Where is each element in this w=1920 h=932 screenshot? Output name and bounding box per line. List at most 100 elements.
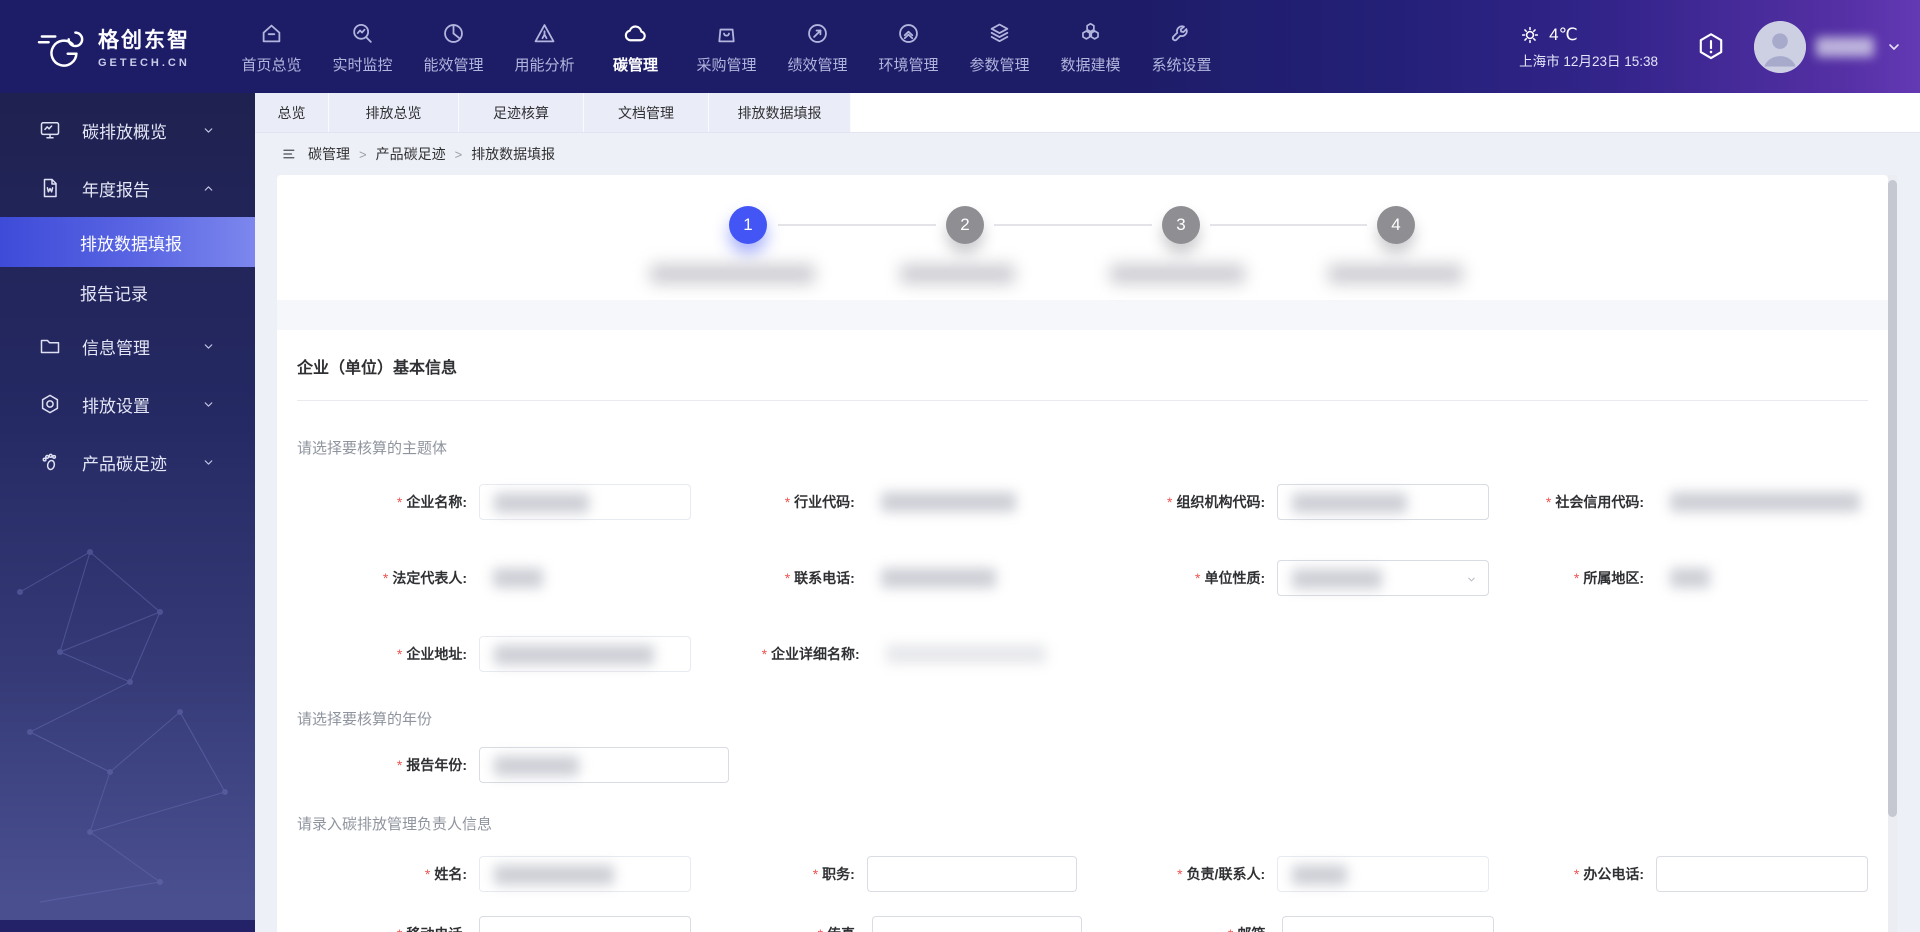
industry-code-input[interactable] [867,484,1077,520]
field-label: 职务: [822,866,855,882]
home-icon [262,24,281,43]
nav-label: 系统设置 [1151,57,1212,74]
chevron-down-icon[interactable] [1886,39,1902,55]
email-input[interactable] [1282,916,1494,932]
sidebar-item-emission-settings[interactable]: 排放设置 [0,375,255,433]
phone-input[interactable] [867,560,1077,596]
app-logo: 格创东智 GETECH.CN [36,24,226,70]
notification-alert-icon[interactable] [1694,30,1728,64]
top-bar: 格创东智 GETECH.CN 首页总览 实时监控 能效管理 用能分析 碳管理 采… [0,0,1920,93]
content-panel: 1 2 3 4 企业（单位）基本信息 请选择要核算的主题体 * 企业名称: * 行业… [277,175,1888,932]
nav-label: 能效管理 [423,57,484,74]
sidebar-item-info-management[interactable]: 信息管理 [0,317,255,375]
data-modeling-icon [1082,22,1099,40]
region-input[interactable] [1656,560,1868,596]
field-label: 社会信用代码: [1555,494,1644,510]
required-asterisk: * [1573,570,1580,586]
sidebar-item-annual-report[interactable]: 年度报告 [0,159,255,217]
name-input[interactable] [479,856,691,892]
section-label-year: 请选择要核算的年份 [297,711,433,728]
avatar[interactable] [1754,20,1806,73]
tab-label: 总览 [277,104,306,121]
tab-footprint-accounting[interactable]: 足迹核算 [459,93,584,132]
field-company-name: * 企业名称: [297,484,692,520]
breadcrumb-item[interactable]: 碳管理 [308,144,350,164]
top-nav: 首页总览 实时监控 能效管理 用能分析 碳管理 采购管理 绩效管理 环境管理 参… [226,18,1227,75]
sidebar-subitem-emission-data-report[interactable]: 排放数据填报 [0,217,255,267]
carbon-cloud-icon [624,25,646,42]
job-title-input[interactable] [866,856,1078,892]
scrollbar-thumb[interactable] [1888,180,1897,817]
blurred-value [1292,865,1348,885]
company-fullname-input[interactable] [872,636,1082,672]
sidebar: 碳排放概览 年度报告 排放数据填报 报告记录 信息管理 排放设置 产品碳足迹 [0,93,255,932]
credit-code-input[interactable] [1656,484,1868,520]
required-asterisk: * [396,757,403,773]
blurred-value [1292,493,1408,513]
required-asterisk: * [1195,570,1201,586]
field-label: 行业代码: [794,494,855,510]
field-name: * 姓名: [297,856,692,892]
step-2[interactable]: 2 [946,206,984,244]
required-asterisk: * [784,570,791,586]
fax-input[interactable] [871,916,1082,932]
field-region: * 所属地区: [1492,560,1868,596]
step-3[interactable]: 3 [1162,206,1200,244]
step-number: 3 [1176,215,1186,234]
wrench-icon [1171,25,1188,42]
unit-type-select[interactable] [1277,560,1490,596]
required-asterisk: * [424,866,431,882]
tab-emission-overview[interactable]: 排放总览 [329,93,459,132]
weather-widget: 4℃ 上海市 12月23日 15:38 [1519,24,1658,70]
mobile-input[interactable] [479,916,691,932]
step-label-blurred [1110,264,1245,284]
contact-input[interactable] [1277,856,1490,892]
nav-item-realtime-monitor[interactable]: 实时监控 [317,18,408,75]
nav-item-performance[interactable]: 绩效管理 [772,18,863,75]
field-org-code: * 组织机构代码: [1077,484,1492,520]
nav-item-data-modeling[interactable]: 数据建模 [1045,18,1136,75]
menu-collapse-icon[interactable] [281,145,299,163]
monitor-pulse-icon [40,122,60,139]
company-name-input[interactable] [479,484,691,520]
required-asterisk: * [1177,866,1183,882]
select-chevron-icon [1468,577,1475,582]
tab-document-management[interactable]: 文档管理 [584,93,709,132]
tab-overview[interactable]: 总览 [255,93,329,132]
nav-item-home[interactable]: 首页总览 [226,18,317,75]
blurred-value [1670,492,1860,512]
breadcrumb-item[interactable]: 排放数据填报 [471,144,555,164]
nav-item-carbon[interactable]: 碳管理 [590,18,681,75]
tab-emission-data-report[interactable]: 排放数据填报 [709,93,851,132]
nav-item-energy-analysis[interactable]: 用能分析 [499,18,590,75]
report-year-input[interactable] [479,747,729,783]
step-4[interactable]: 4 [1377,206,1415,244]
required-asterisk: * [396,646,403,662]
field-label: 传真: [827,926,860,932]
constellation-decoration [17,549,228,903]
field-label: 企业名称: [406,494,467,510]
nav-item-parameters[interactable]: 参数管理 [954,18,1045,75]
nav-item-procurement[interactable]: 采购管理 [681,18,772,75]
avatar-person-icon [1754,20,1806,73]
step-1[interactable]: 1 [729,206,767,244]
logo-title: 格创东智 [98,29,190,52]
blurred-value [880,492,1016,512]
office-phone-input[interactable] [1656,856,1868,892]
sidebar-subitem-report-records[interactable]: 报告记录 [0,267,255,317]
basic-info-form: 企业（单位）基本信息 请选择要核算的主题体 * 企业名称: * 行业代码: * 组织机… [277,354,1888,932]
field-legal-rep: * 法定代表人: [297,560,692,596]
field-label: 组织机构代码: [1176,494,1266,510]
sidebar-item-carbon-overview[interactable]: 碳排放概览 [0,101,255,159]
legal-rep-input[interactable] [479,560,691,596]
nav-label: 首页总览 [241,57,302,74]
breadcrumb-item[interactable]: 产品碳足迹 [376,144,446,164]
address-input[interactable] [479,636,691,672]
topbar-right: 4℃ 上海市 12月23日 15:38 [1519,20,1902,73]
nav-item-energy-efficiency[interactable]: 能效管理 [408,18,499,75]
nav-item-environment[interactable]: 环境管理 [863,18,954,75]
sidebar-item-product-carbon-footprint[interactable]: 产品碳足迹 [0,433,255,491]
nav-item-system-settings[interactable]: 系统设置 [1136,18,1227,75]
org-code-input[interactable] [1277,484,1490,520]
field-label: 姓名: [434,866,467,882]
